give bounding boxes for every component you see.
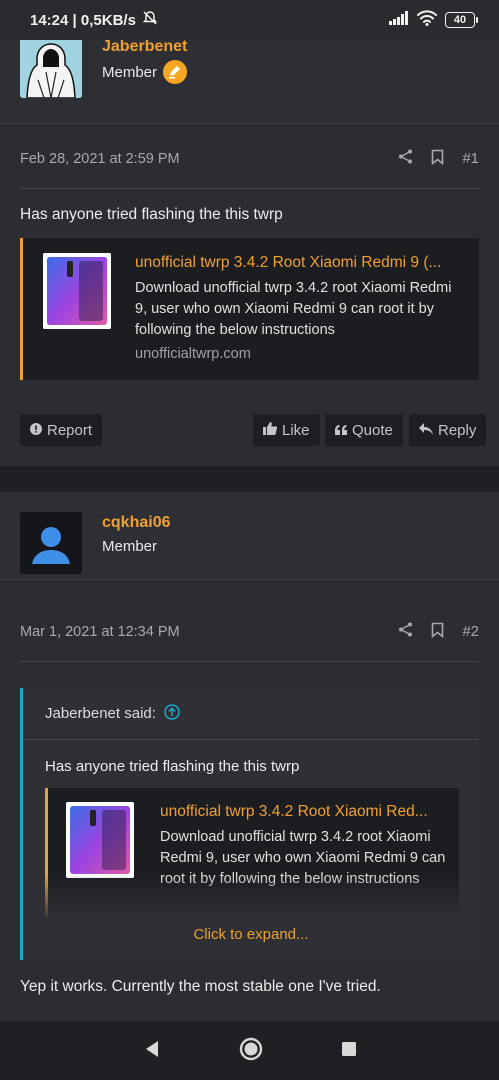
arrow-up-circle-icon[interactable] [164,703,180,724]
quote-header[interactable]: Jaberbenet said: [23,688,479,740]
post-meta: Feb 28, 2021 at 2:59 PM #1 [20,129,479,189]
post-author-row: Jaberbenet Member [0,36,499,124]
quote-icon [335,422,347,439]
mute-bell-icon [142,10,158,30]
report-button[interactable]: Report [20,414,103,446]
avatar[interactable] [20,36,82,98]
like-button[interactable]: Like [253,414,320,446]
post-body: Has anyone tried flashing the this twrp [20,206,283,223]
user-role: Member [102,538,157,555]
share-icon[interactable] [398,149,413,168]
embed-thumbnail [66,802,134,878]
like-label: Like [282,421,310,439]
bookmark-icon[interactable] [431,149,444,169]
wifi-icon [417,10,437,30]
user-role: Member [102,60,188,84]
alert-icon [30,422,42,439]
home-icon[interactable] [239,1037,263,1066]
click-to-expand-link[interactable]: Click to expand... [23,926,479,943]
back-icon[interactable] [143,1040,161,1063]
reply-icon [419,422,433,439]
post-body: Yep it works. Currently the most stable … [20,978,381,995]
quote-block: Jaberbenet said: Has anyone tried flashi… [20,688,479,960]
report-label: Report [47,421,93,439]
reply-label: Reply [438,421,477,439]
post-number[interactable]: #2 [462,623,479,640]
quote-label: Quote [352,421,393,439]
embed-title[interactable]: unofficial twrp 3.4.2 Root Xiaomi Redmi … [135,254,465,272]
share-icon[interactable] [398,622,413,641]
status-bar: 14:24 | 0,5KB/s 40 [0,0,499,40]
thumbs-up-icon [263,421,278,439]
embed-domain: unofficialtwrp.com [135,346,251,362]
post-number[interactable]: #1 [462,150,479,167]
username[interactable]: Jaberbenet [102,38,187,56]
system-nav-bar [0,1022,499,1080]
role-label: Member [102,538,158,555]
embed-thumbnail [43,253,111,329]
embed-title[interactable]: unofficial twrp 3.4.2 Root Xiaomi Red... [160,803,450,821]
post-meta: Mar 1, 2021 at 12:34 PM #2 [20,602,479,662]
quote-button[interactable]: Quote [325,414,403,446]
post-1: Jaberbenet Member Feb 28, 2021 at 2:59 P… [0,36,499,466]
post-date[interactable]: Feb 28, 2021 at 2:59 PM [20,151,180,167]
embed-description: Download unofficial twrp 3.4.2 root Xiao… [135,280,452,338]
signal-icon [389,11,409,29]
role-label: Member [102,63,158,81]
quote-fade [45,874,459,918]
post-date[interactable]: Mar 1, 2021 at 12:34 PM [20,624,180,640]
quote-text: Has anyone tried flashing the this twrp [45,758,300,775]
member-badge-icon [163,60,188,84]
link-embed[interactable]: unofficial twrp 3.4.2 Root Xiaomi Redmi … [20,238,479,380]
status-time: 14:24 | 0,5KB/s [30,11,136,29]
reply-button[interactable]: Reply [409,414,487,446]
username[interactable]: cqkhai06 [102,514,170,532]
bookmark-icon[interactable] [431,622,444,642]
recents-icon[interactable] [341,1041,357,1062]
post-author-row: cqkhai06 Member [0,492,499,580]
avatar[interactable] [20,512,82,574]
battery-indicator: 40 [445,12,478,28]
post-2: cqkhai06 Member Mar 1, 2021 at 12:34 PM … [0,492,499,1022]
quote-author: Jaberbenet said: [45,705,156,722]
